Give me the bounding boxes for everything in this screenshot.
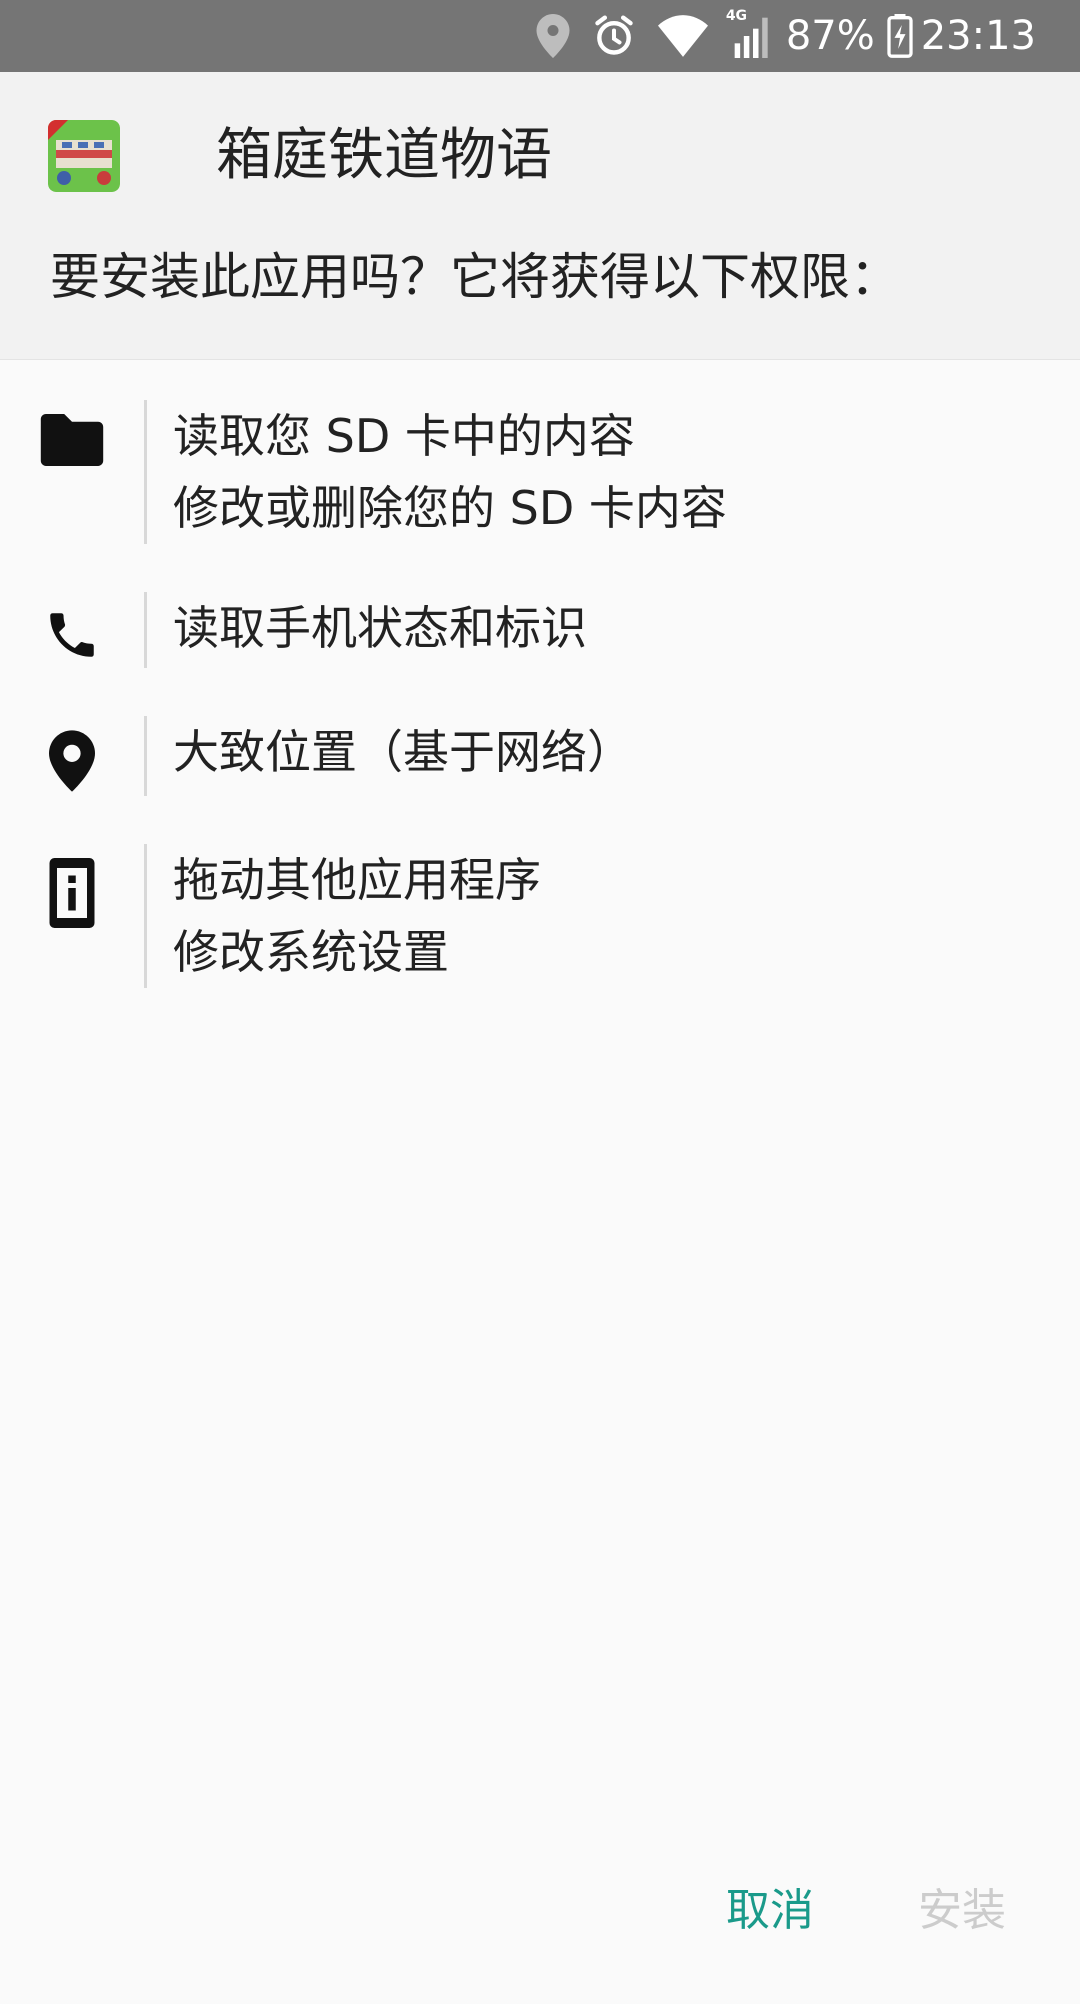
- install-button[interactable]: 安装: [918, 1876, 1006, 1946]
- permission-group-system: 拖动其他应用程序 修改系统设置: [0, 844, 1080, 988]
- install-header: 箱庭铁道物语 要安装此应用吗？它将获得以下权限：: [0, 72, 1080, 360]
- cancel-button[interactable]: 取消: [726, 1876, 814, 1946]
- folder-icon: [40, 414, 104, 544]
- permission-text: 大致位置（基于网络）: [173, 725, 633, 779]
- wifi-icon: [657, 14, 708, 58]
- permission-divider: [144, 844, 147, 988]
- permission-divider: [144, 716, 147, 796]
- permission-text: 修改或删除您的 SD 卡内容: [173, 481, 727, 535]
- location-pin-icon: [49, 730, 95, 796]
- status-bar: 4G 87% 23:13: [0, 0, 1080, 72]
- permission-text: 读取您 SD 卡中的内容: [173, 409, 635, 463]
- permission-group-storage: 读取您 SD 卡中的内容 修改或删除您的 SD 卡内容: [0, 400, 1080, 544]
- battery-percent: 87%: [785, 13, 875, 59]
- alarm-icon: [592, 14, 636, 58]
- dialog-actions: 取消 安装: [0, 1876, 1080, 1946]
- battery-charging-icon: [887, 14, 913, 58]
- permission-text: 拖动其他应用程序: [173, 853, 541, 907]
- permission-divider: [144, 400, 147, 544]
- permission-divider: [144, 592, 147, 668]
- location-icon: [536, 14, 570, 58]
- app-icon: [48, 120, 120, 192]
- permission-group-location: 大致位置（基于网络）: [0, 716, 1080, 796]
- phone-icon: [43, 606, 101, 668]
- permission-text: 读取手机状态和标识: [173, 601, 587, 655]
- clock: 23:13: [920, 13, 1036, 59]
- device-info-icon: [49, 858, 95, 988]
- permission-group-phone: 读取手机状态和标识: [0, 592, 1080, 668]
- permission-text: 修改系统设置: [173, 925, 449, 979]
- install-prompt: 要安装此应用吗？它将获得以下权限：: [50, 248, 900, 306]
- app-title: 箱庭铁道物语: [216, 123, 552, 188]
- permission-list: 读取您 SD 卡中的内容 修改或删除您的 SD 卡内容 读取手机状态和标识 大致…: [0, 400, 1080, 1036]
- network-type-label: 4G: [725, 8, 748, 24]
- signal-icon: 4G: [726, 8, 776, 58]
